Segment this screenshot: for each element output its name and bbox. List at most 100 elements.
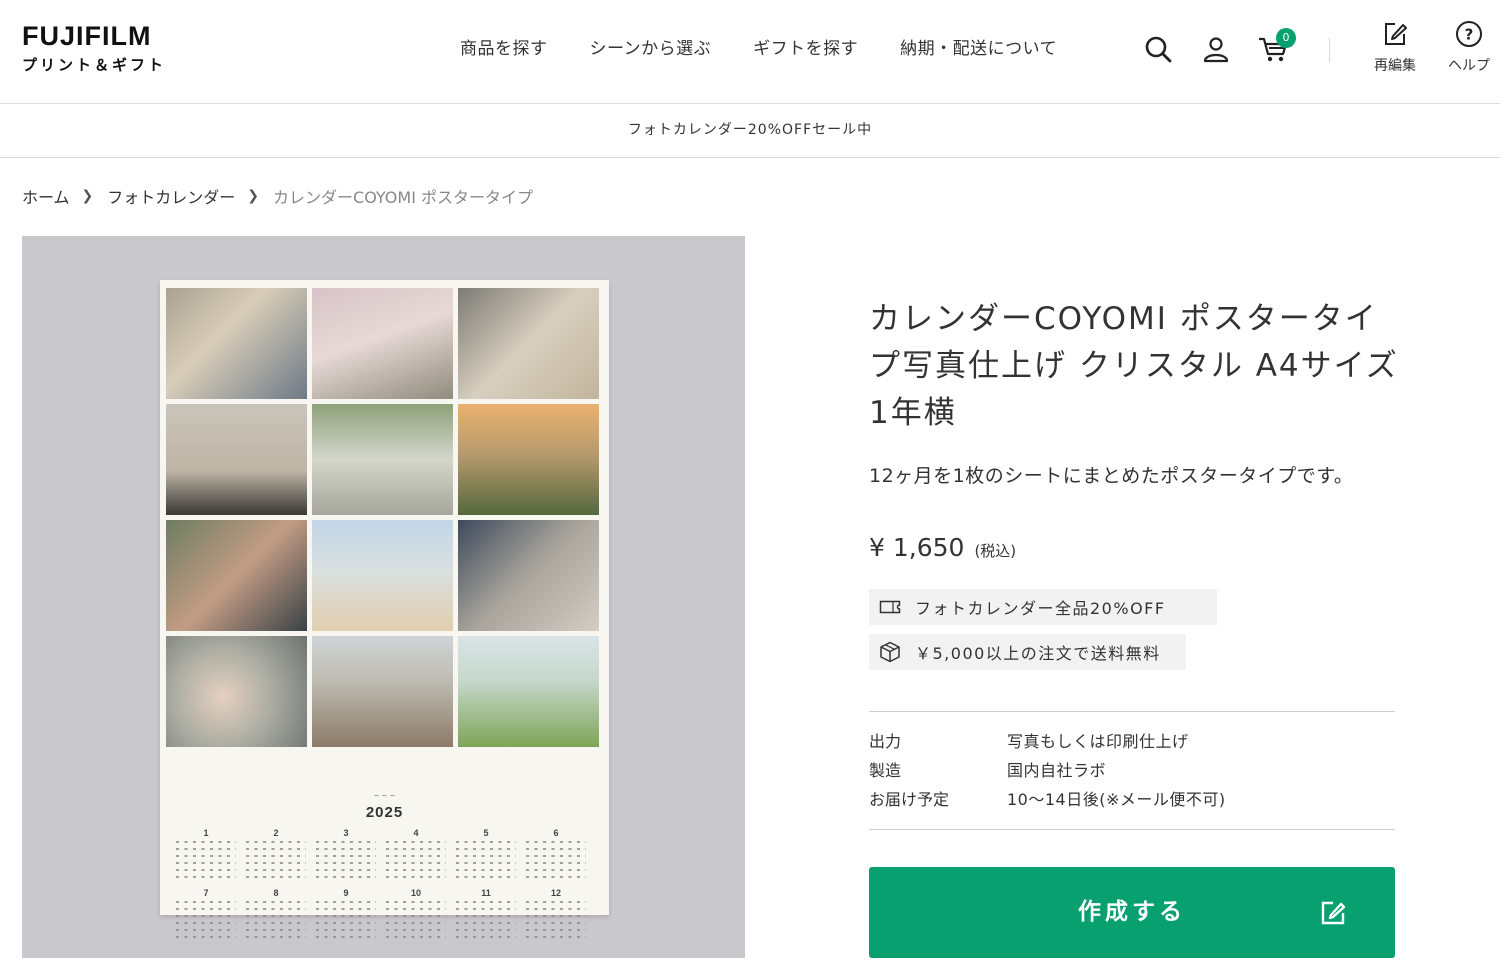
box-icon: [880, 641, 900, 663]
month-days: [526, 841, 586, 883]
month-number: 6: [553, 828, 559, 838]
month-number: 12: [550, 888, 561, 898]
calendar-month: 1: [176, 828, 246, 888]
calendar-month: 8: [246, 888, 316, 948]
month-days: [176, 901, 236, 943]
month-number: 10: [410, 888, 421, 898]
spec-value: 国内自社ラボ: [1007, 761, 1107, 780]
spec-row-output: 出力 写真もしくは印刷仕上げ: [869, 727, 1395, 756]
help-label: ヘルプ: [1448, 58, 1490, 74]
nav-item-scenes[interactable]: シーンから選ぶ: [590, 34, 712, 59]
logo[interactable]: FUJIFILM プリント＆ギフト: [22, 22, 166, 75]
calendar-month: 5: [456, 828, 526, 888]
cart-count-badge: 0: [1276, 28, 1296, 48]
price-tax-note: (税込): [974, 542, 1017, 560]
month-number: 4: [413, 828, 419, 838]
calendar-month: 9: [316, 888, 386, 948]
site-header: FUJIFILM プリント＆ギフト 商品を探す シーンから選ぶ ギフトを探す 納…: [0, 0, 1500, 104]
photo-tile: [458, 404, 599, 515]
month-number: 3: [343, 828, 349, 838]
main-nav: 商品を探す シーンから選ぶ ギフトを探す 納期・配送について: [460, 34, 1057, 59]
month-number: 8: [273, 888, 279, 898]
announcement-bar[interactable]: フォトカレンダー20%OFFセール中: [0, 104, 1500, 158]
logo-text: FUJIFILM: [22, 21, 152, 51]
calendar-month: 6: [526, 828, 596, 888]
month-days: [386, 901, 446, 943]
spec-label: 製造: [869, 761, 902, 780]
month-days: [176, 841, 236, 883]
header-divider: [1329, 38, 1330, 62]
photo-tile: [166, 404, 307, 515]
calendar-decoration: ~ ~ ~: [373, 792, 396, 800]
calendar-month: 2: [246, 828, 316, 888]
month-number: 11: [481, 888, 491, 898]
product-specs: 出力 写真もしくは印刷仕上げ 製造 国内自社ラボ お届け予定 10〜14日後(※…: [869, 711, 1395, 830]
search-icon[interactable]: [1143, 34, 1173, 64]
photo-tile: [458, 636, 599, 747]
sale-badge-text: フォトカレンダー全品20%OFF: [915, 599, 1166, 618]
calendar-year: 2025: [365, 804, 404, 821]
month-days: [316, 841, 376, 883]
edit-icon: [1385, 23, 1407, 45]
create-button-label: 作成する: [1078, 899, 1186, 925]
nav-item-delivery[interactable]: 納期・配送について: [900, 34, 1057, 59]
spec-value: 10〜14日後(※メール便不可): [1007, 790, 1226, 809]
coupon-icon: [879, 600, 901, 614]
breadcrumb-photo-calendar[interactable]: フォトカレンダー: [107, 184, 235, 208]
spec-value: 写真もしくは印刷仕上げ: [1007, 732, 1189, 751]
calendar-months: 1 2 3 4 5 6 7 8 9 10 11 12: [176, 828, 596, 948]
photo-grid: [166, 288, 603, 747]
product-image[interactable]: ~ ~ ~ 2025 1 2 3 4 5 6 7 8 9 10 11 12: [22, 236, 745, 958]
month-number: 5: [483, 828, 489, 838]
month-days: [386, 841, 446, 883]
photo-tile: [166, 520, 307, 631]
month-number: 1: [203, 828, 209, 838]
spec-row-manufacturing: 製造 国内自社ラボ: [869, 756, 1395, 785]
month-days: [246, 841, 306, 883]
spec-label: お届け予定: [869, 790, 950, 809]
nav-item-products[interactable]: 商品を探す: [460, 34, 548, 59]
month-days: [526, 901, 586, 943]
shipping-badge: ￥5,000以上の注文で送料無料: [869, 634, 1186, 670]
month-number: 2: [273, 828, 279, 838]
photo-tile: [458, 520, 599, 631]
help-icon: ?: [1456, 21, 1482, 47]
create-button[interactable]: 作成する: [869, 867, 1395, 958]
spec-label: 出力: [869, 732, 902, 751]
calendar-month: 10: [386, 888, 456, 948]
chevron-right-icon: ❯: [247, 188, 260, 204]
month-days: [246, 901, 306, 943]
month-days: [456, 841, 516, 883]
photo-tile: [312, 288, 453, 399]
calendar-month: 11: [456, 888, 526, 948]
product-description: 12ヶ月を1枚のシートにまとめたポスタータイプです。: [869, 465, 1354, 487]
chevron-right-icon: ❯: [81, 188, 94, 204]
help-button[interactable]: ? ヘルプ: [1434, 20, 1500, 75]
photo-tile: [166, 636, 307, 747]
reedit-button[interactable]: 再編集: [1360, 20, 1430, 75]
month-number: 9: [343, 888, 349, 898]
price-value: ¥ 1,650: [869, 533, 965, 562]
shipping-badge-text: ￥5,000以上の注文で送料無料: [915, 644, 1161, 663]
photo-tile: [458, 288, 599, 399]
logo-subtext: プリント＆ギフト: [22, 56, 167, 74]
nav-item-gifts[interactable]: ギフトを探す: [753, 34, 858, 59]
sale-badge: フォトカレンダー全品20%OFF: [869, 589, 1217, 625]
product-title: カレンダーCOYOMI ポスタータイプ写真仕上げ クリスタル A4サイズ 1年横: [869, 301, 1399, 431]
spec-row-delivery: お届け予定 10〜14日後(※メール便不可): [869, 785, 1395, 814]
breadcrumb-home[interactable]: ホーム: [22, 184, 70, 208]
product-price: ¥ 1,650 (税込): [869, 533, 1016, 562]
calendar-month: 12: [526, 888, 596, 948]
photo-tile: [166, 288, 307, 399]
month-number: 7: [203, 888, 209, 898]
calendar-month: 4: [386, 828, 456, 888]
calendar-month: 7: [176, 888, 246, 948]
reedit-label: 再編集: [1374, 58, 1416, 74]
user-icon[interactable]: [1201, 34, 1231, 64]
edit-icon: [1321, 901, 1346, 925]
calendar-month: 3: [316, 828, 386, 888]
svg-text:?: ?: [1465, 26, 1474, 44]
month-days: [316, 901, 376, 943]
photo-tile: [312, 404, 453, 515]
photo-tile: [312, 636, 453, 747]
